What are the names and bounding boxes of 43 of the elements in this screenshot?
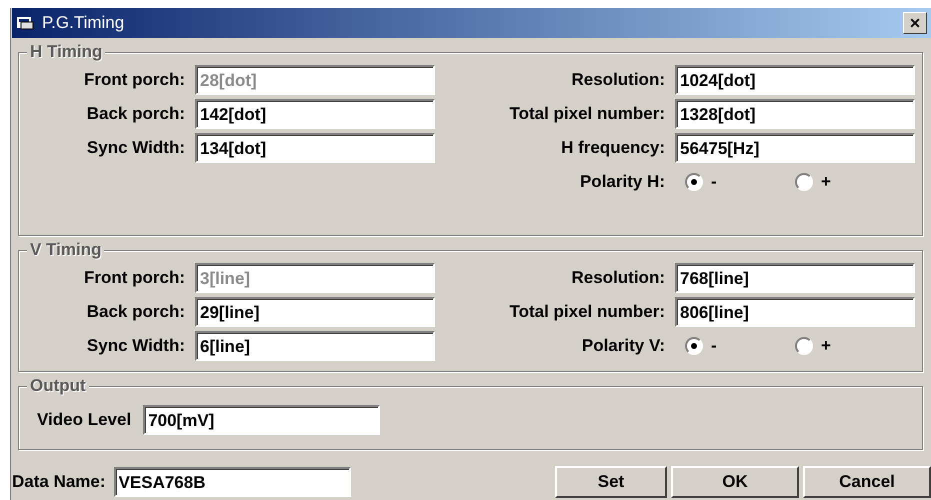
field-label: Front porch:: [82, 69, 186, 92]
field-label: Data Name:: [12, 471, 106, 494]
radio-button[interactable]: [685, 337, 703, 355]
group-title: Output: [27, 376, 89, 396]
input-field[interactable]: 56475[Hz]: [675, 133, 915, 163]
input-field[interactable]: 768[line]: [675, 263, 915, 293]
polarity-label: Polarity V:: [580, 335, 666, 358]
radio-button[interactable]: [685, 173, 703, 191]
radio-label: +: [821, 335, 831, 358]
field-label: Total pixel number:: [508, 301, 666, 324]
radio-label: -: [711, 335, 717, 358]
radio-label: -: [711, 171, 717, 194]
field-label: Total pixel number:: [508, 103, 666, 126]
field-label: Back porch:: [86, 103, 186, 126]
input-field[interactable]: VESA768B: [114, 467, 351, 497]
input-field[interactable]: 142[dot]: [195, 99, 435, 129]
input-field[interactable]: 134[dot]: [195, 133, 435, 163]
radio-label: +: [821, 171, 831, 194]
field-label: Front porch:: [82, 267, 186, 290]
cancel-button[interactable]: Cancel: [803, 466, 931, 498]
field-label: Resolution:: [570, 69, 666, 92]
input-field[interactable]: 1328[dot]: [675, 99, 915, 129]
input-field[interactable]: 29[line]: [195, 297, 435, 327]
radio-button[interactable]: [795, 173, 813, 191]
window-icon: [16, 15, 36, 31]
field-label: Video Level: [37, 409, 132, 432]
radio-button[interactable]: [795, 337, 813, 355]
ok-button[interactable]: OK: [671, 466, 799, 498]
field-label: Back porch:: [86, 301, 186, 324]
input-field[interactable]: 6[line]: [195, 331, 435, 361]
window-title: P.G.Timing: [42, 12, 124, 34]
close-button[interactable]: ×: [903, 12, 927, 34]
group-title: H Timing: [27, 42, 106, 62]
field-label: Sync Width:: [86, 137, 186, 160]
set-button[interactable]: Set: [555, 466, 667, 498]
input-field[interactable]: 806[line]: [675, 297, 915, 327]
input-field[interactable]: 700[mV]: [143, 405, 380, 435]
polarity-label: Polarity H:: [578, 171, 666, 194]
field-label: H frequency:: [560, 137, 666, 160]
input-field[interactable]: 1024[dot]: [675, 65, 915, 95]
field-label: Resolution:: [570, 267, 666, 290]
group-title: V Timing: [27, 240, 104, 260]
field-label: Sync Width:: [86, 335, 186, 358]
